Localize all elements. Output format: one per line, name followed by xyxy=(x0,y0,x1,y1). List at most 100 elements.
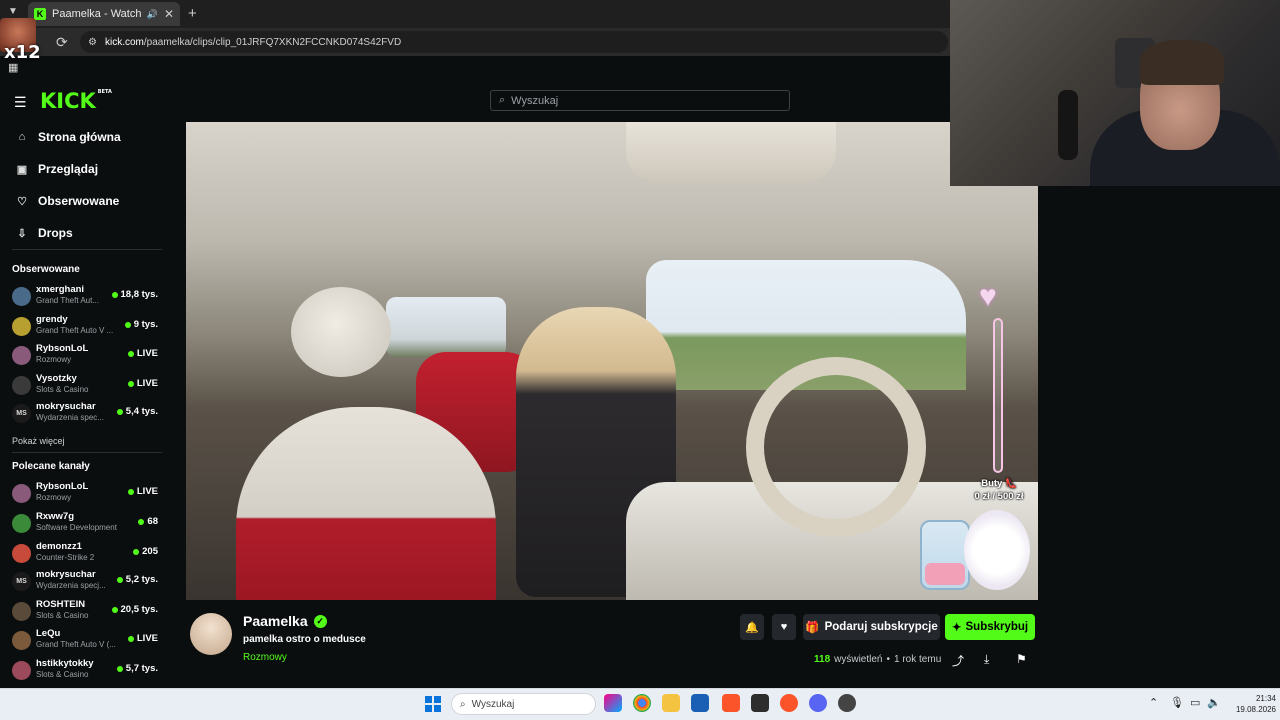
search-icon: ⌕ xyxy=(460,698,466,710)
viewer-count-value: 5,4 tys. xyxy=(125,406,158,417)
channel-category: Grand Theft Auto V (... xyxy=(36,640,116,649)
tab-close-icon[interactable]: ✕ xyxy=(164,7,174,21)
nav-browse[interactable]: ▣ Przeglądaj xyxy=(16,162,98,176)
channel-name: RybsonLoL xyxy=(36,343,89,354)
microphone-icon[interactable]: 🎙 xyxy=(1170,696,1184,709)
recommended-channel-lequ[interactable]: LeQu Grand Theft Auto V (... LIVE xyxy=(12,627,162,653)
beta-badge: BETA xyxy=(97,89,112,95)
avatar: MS xyxy=(12,572,31,591)
drops-icon: ⇩ xyxy=(17,227,27,240)
store-app-icon[interactable] xyxy=(691,694,709,712)
search-input[interactable]: ⌕ Wyszukaj xyxy=(490,90,790,111)
brave-app-icon[interactable] xyxy=(722,694,740,712)
viewer-count-value: LIVE xyxy=(136,486,158,497)
kick-logo[interactable]: KICK BETA xyxy=(40,89,112,113)
recommended-channel-rxww7g[interactable]: Rxww7g Software Development 68 xyxy=(12,510,162,536)
clip-title: pamelka ostro o medusce xyxy=(243,634,366,645)
viewer-count-value: 205 xyxy=(142,546,158,557)
clock-time: 21:34 xyxy=(1255,694,1276,703)
site-info-icon[interactable]: ⚙ xyxy=(88,37,97,48)
avatar xyxy=(12,661,31,680)
tab-list-chevron-icon[interactable]: ▼ xyxy=(8,6,18,17)
address-bar[interactable]: ⚙ kick.com/paamelka/clips/clip_01JRFQ7XK… xyxy=(80,31,948,53)
streamer-name-row[interactable]: Paamelka ✓ xyxy=(243,613,327,629)
volume-icon[interactable]: 🔈 xyxy=(1207,696,1221,709)
viewer-count: 5,7 tys. xyxy=(116,663,158,674)
live-dot-icon xyxy=(127,488,134,495)
copilot-app-icon[interactable] xyxy=(604,694,622,712)
channel-category: Rozmowy xyxy=(36,493,72,502)
channel-name: mokrysuchar xyxy=(36,569,96,580)
clip-age: 1 rok temu xyxy=(894,654,942,665)
webcam-overlay xyxy=(950,0,1280,186)
follow-heart-button[interactable]: ♥ xyxy=(772,614,796,640)
followed-channel-grendy[interactable]: grendy Grand Theft Auto V ... 9 tys. xyxy=(12,313,162,339)
video-player[interactable] xyxy=(186,122,1038,600)
nav-home-label: Strona główna xyxy=(38,130,121,144)
show-more-link[interactable]: Pokaż więcej xyxy=(12,436,65,446)
windows-start-icon[interactable] xyxy=(425,696,441,712)
channel-name: xmerghani xyxy=(36,284,85,295)
recommended-channel-hstikkytokky[interactable]: hstikkytokky Slots & Casino 5,7 tys. xyxy=(12,657,162,683)
viewer-count-value: LIVE xyxy=(136,378,158,389)
file-explorer-icon[interactable] xyxy=(662,694,680,712)
recommended-channel-roshtein[interactable]: ROSHTEIN Slots & Casino 20,5 tys. xyxy=(12,598,162,624)
recommended-channel-rybsonlol[interactable]: RybsonLoL Rozmowy LIVE xyxy=(12,480,162,506)
followed-channel-xmerghani[interactable]: xmerghani Grand Theft Aut... 18,8 tys. xyxy=(12,283,162,309)
avatar xyxy=(12,602,31,621)
live-dot-icon xyxy=(116,665,123,672)
apps-grid-icon[interactable]: ▦ xyxy=(8,61,18,74)
live-dot-icon xyxy=(111,291,118,298)
live-dot-icon xyxy=(116,576,123,583)
tray-chevron-icon[interactable]: ⌃ xyxy=(1149,696,1158,709)
share-icon[interactable]: ⤴ xyxy=(952,652,964,669)
download-icon[interactable]: ⤓ xyxy=(984,652,989,667)
followed-channel-mokrysuchar[interactable]: MS mokrysuchar Wydarzenia spec... 5,4 ty… xyxy=(12,400,162,426)
recommended-channel-demonzz1[interactable]: demonzz1 Counter-Strike 2 205 xyxy=(12,540,162,566)
reload-icon[interactable]: ⟳ xyxy=(56,34,68,51)
channel-name: mokrysuchar xyxy=(36,401,96,412)
browser-tab[interactable]: K Paamelka - Watch clips on 🔊 ✕ xyxy=(28,2,180,26)
discord-app-icon[interactable] xyxy=(809,694,827,712)
menu-hamburger-icon[interactable]: ☰ xyxy=(14,94,27,111)
nav-drops[interactable]: ⇩ Drops xyxy=(16,226,72,240)
channel-category: Wydarzenia specj... xyxy=(36,581,106,590)
url-path: /paamelka/clips/clip_01JRFQ7XKN2FCCNKD07… xyxy=(143,36,402,48)
sheep-icon xyxy=(964,510,1030,590)
gift-subscription-label: Podaruj subskrypcje xyxy=(824,621,938,633)
nav-following[interactable]: ♡ Obserwowane xyxy=(16,194,119,208)
taskbar-clock[interactable]: 21:34 19.08.2026 xyxy=(1226,693,1276,715)
verified-check-icon: ✓ xyxy=(313,614,327,628)
recommended-channel-mokrysuchar[interactable]: MS mokrysuchar Wydarzenia specj... 5,2 t… xyxy=(12,568,162,594)
taskbar-search-input[interactable]: ⌕ Wyszukaj xyxy=(451,693,596,715)
clip-stats: 118 wyświetleń • 1 rok temu xyxy=(814,654,941,665)
channel-name: Rxww7g xyxy=(36,511,75,522)
new-tab-button[interactable]: + xyxy=(188,5,197,22)
bell-icon: 🔔 xyxy=(745,621,759,634)
search-icon: ⌕ xyxy=(499,94,506,106)
notification-bell-button[interactable]: 🔔 xyxy=(740,614,764,640)
webcam-microphone xyxy=(1058,90,1078,160)
ai-app-icon[interactable] xyxy=(751,694,769,712)
nav-home[interactable]: ⌂ Strona główna xyxy=(16,130,121,144)
chrome-app-icon[interactable] xyxy=(633,694,651,712)
streamer-avatar[interactable] xyxy=(190,613,232,655)
network-icon[interactable]: ▭ xyxy=(1190,696,1200,709)
report-icon[interactable]: ⚑ xyxy=(1016,652,1027,666)
viewer-count: LIVE xyxy=(127,378,158,389)
tab-audio-icon[interactable]: 🔊 xyxy=(147,9,158,20)
viewer-count-value: 5,2 tys. xyxy=(125,574,158,585)
followed-channel-rybsonlol[interactable]: RybsonLoL Rozmowy LIVE xyxy=(12,342,162,368)
gift-subscription-button[interactable]: 🎁 Podaruj subskrypcje xyxy=(803,614,940,640)
right-empty-area xyxy=(1038,186,1280,688)
followed-channel-vysotzky[interactable]: Vysotzky Slots & Casino LIVE xyxy=(12,372,162,398)
brave-beta-app-icon[interactable] xyxy=(780,694,798,712)
clip-category-link[interactable]: Rozmowy xyxy=(243,652,287,663)
obs-app-icon[interactable] xyxy=(838,694,856,712)
viewer-count-value: 5,7 tys. xyxy=(125,663,158,674)
viewer-count-value: LIVE xyxy=(136,633,158,644)
viewer-count: 5,2 tys. xyxy=(116,574,158,585)
channel-name: grendy xyxy=(36,314,68,325)
subscribe-button[interactable]: ✦ Subskrybuj xyxy=(945,614,1035,640)
nav-browse-label: Przeglądaj xyxy=(38,162,99,176)
